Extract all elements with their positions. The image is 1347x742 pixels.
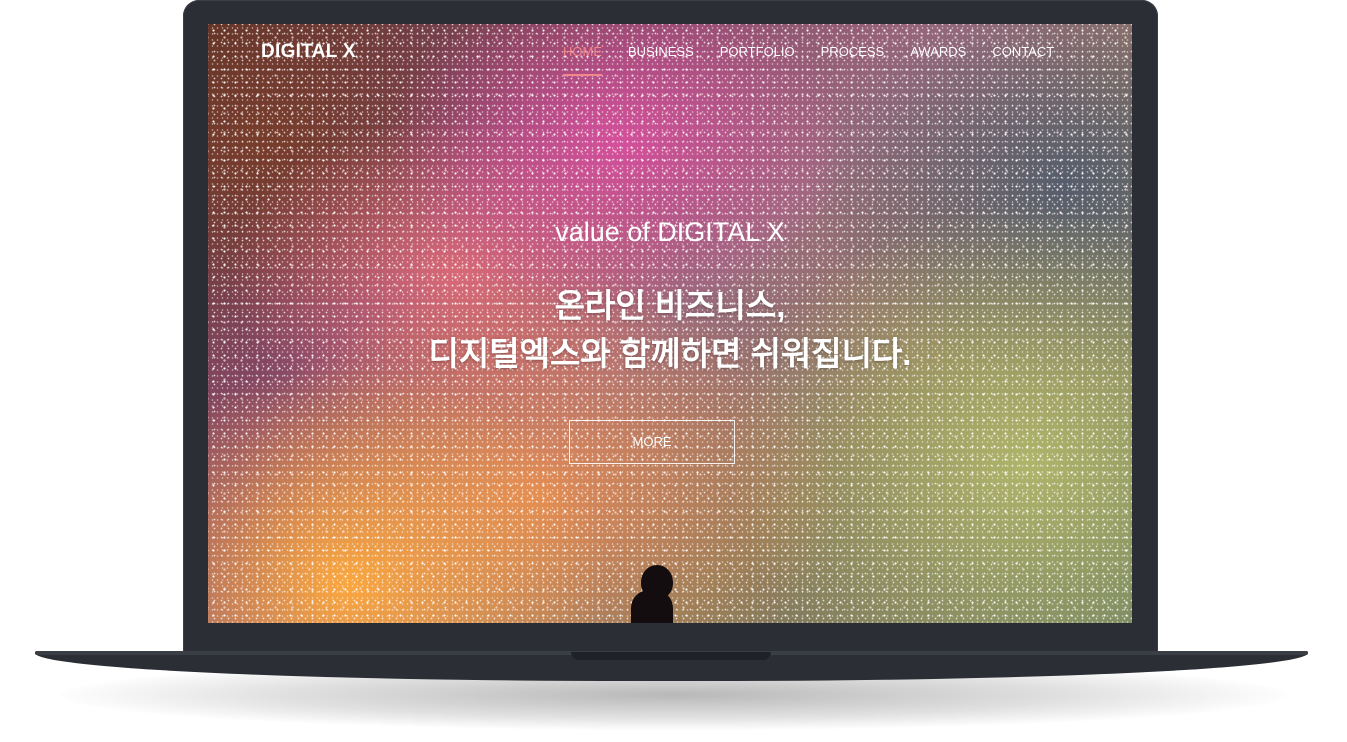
- nav-item-contact[interactable]: CONTACT: [992, 44, 1054, 59]
- more-button[interactable]: MORE: [569, 420, 735, 464]
- nav-item-process[interactable]: PROCESS: [821, 44, 885, 59]
- person-silhouette-head: [641, 565, 673, 599]
- laptop-screen: DIGITAL X HOME BUSINESS PORTFOLIO PROCES…: [208, 24, 1132, 623]
- top-navigation: DIGITAL X HOME BUSINESS PORTFOLIO PROCES…: [208, 24, 1132, 84]
- nav-item-home[interactable]: HOME: [563, 44, 602, 76]
- hero-title-line-2: 디지털엑스와 함께하면 쉬워집니다.: [428, 335, 912, 372]
- hero-subtitle: value of DIGITAL X: [555, 217, 785, 247]
- nav-menu: HOME BUSINESS PORTFOLIO PROCESS AWARDS C…: [563, 44, 1080, 76]
- nav-item-business[interactable]: BUSINESS: [628, 44, 694, 59]
- site-logo[interactable]: DIGITAL X: [261, 41, 356, 63]
- hero-title-line-1: 온라인 비즈니스,: [554, 287, 786, 324]
- nav-item-portfolio[interactable]: PORTFOLIO: [720, 44, 795, 59]
- hero-title: 온라인 비즈니스, 디지털엑스와 함께하면 쉬워집니다.: [208, 282, 1132, 378]
- laptop-hinge-notch: [571, 652, 771, 660]
- nav-item-awards[interactable]: AWARDS: [910, 44, 966, 59]
